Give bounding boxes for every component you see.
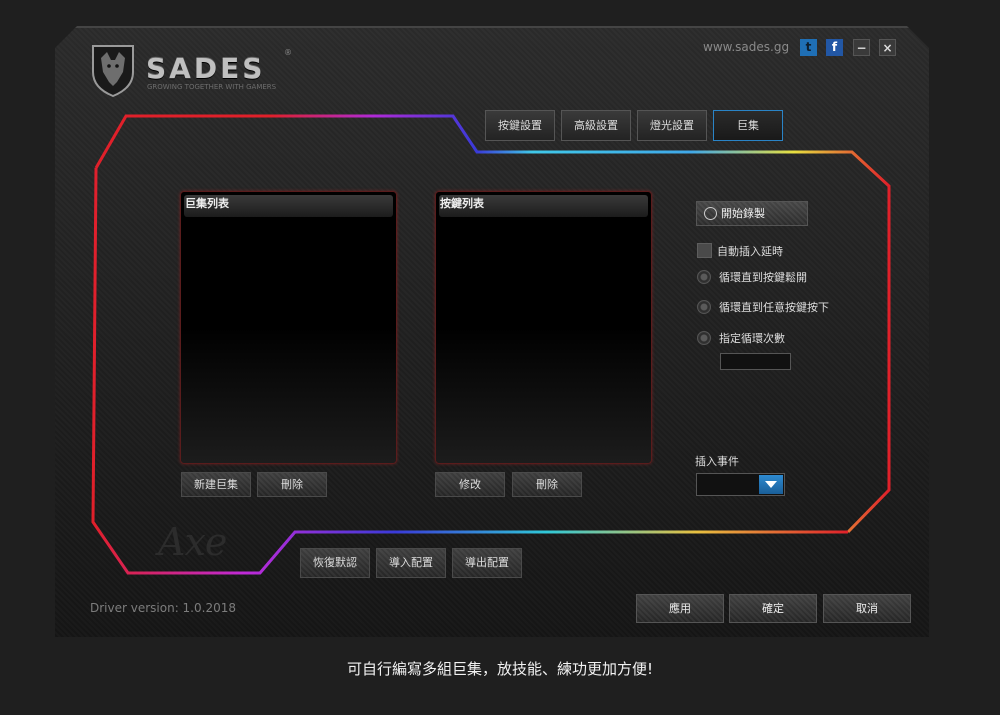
tab-lighting-settings[interactable]: 燈光設置: [637, 110, 707, 141]
brand-name: SADES: [146, 52, 266, 85]
loop-count-input[interactable]: [720, 353, 791, 370]
delete-key-button[interactable]: 刪除: [512, 472, 582, 497]
export-config-button[interactable]: 導出配置: [452, 548, 522, 578]
insert-event-label: 插入事件: [695, 455, 739, 468]
facebook-icon[interactable]: f: [826, 39, 843, 56]
loop-until-any-key-label: 循環直到任意按鍵按下: [719, 301, 829, 314]
new-macro-button[interactable]: 新建巨集: [181, 472, 251, 497]
tab-key-settings[interactable]: 按鍵設置: [485, 110, 555, 141]
start-record-button[interactable]: 開始錄製: [696, 201, 808, 226]
insert-event-select[interactable]: [696, 473, 785, 496]
loop-until-release-label: 循環直到按鍵鬆開: [719, 271, 807, 284]
website-link[interactable]: www.sades.gg: [703, 40, 789, 54]
restore-default-button[interactable]: 恢復默認: [300, 548, 370, 578]
ok-button[interactable]: 確定: [729, 594, 817, 623]
caption-text: 可自行編寫多組巨集，放技能、練功更加方便!: [346, 660, 653, 678]
start-record-label: 開始錄製: [721, 207, 765, 220]
twitter-icon[interactable]: t: [800, 39, 817, 56]
edit-key-button[interactable]: 修改: [435, 472, 505, 497]
auto-delay-label: 自動插入延時: [717, 245, 783, 258]
delete-macro-button[interactable]: 刪除: [257, 472, 327, 497]
tab-advanced-settings[interactable]: 高級設置: [561, 110, 631, 141]
loop-until-release-radio[interactable]: [697, 270, 711, 284]
loop-count-radio[interactable]: [697, 331, 711, 345]
close-button[interactable]: ×: [879, 39, 896, 56]
tagline: GROWING TOGETHER WITH GAMERS: [147, 83, 277, 91]
wolf-shield-icon: [92, 45, 134, 98]
macro-list-panel[interactable]: 巨集列表: [180, 191, 397, 464]
key-list-title: 按鍵列表: [439, 195, 648, 217]
axe-watermark: Axe: [158, 520, 227, 564]
cancel-button[interactable]: 取消: [823, 594, 911, 623]
loop-count-label: 指定循環次數: [719, 332, 785, 345]
driver-version: Driver version: 1.0.2018: [90, 601, 236, 615]
record-circle-icon: [704, 207, 717, 220]
loop-until-any-key-radio[interactable]: [697, 300, 711, 314]
key-list-panel[interactable]: 按鍵列表: [435, 191, 652, 464]
macro-list-title: 巨集列表: [184, 195, 393, 217]
apply-button[interactable]: 應用: [636, 594, 724, 623]
chevron-down-icon[interactable]: [759, 475, 783, 494]
tab-macro[interactable]: 巨集: [713, 110, 783, 141]
auto-delay-checkbox[interactable]: [697, 243, 712, 258]
minimize-button[interactable]: −: [853, 39, 870, 56]
registered-mark: ®: [284, 48, 292, 57]
import-config-button[interactable]: 導入配置: [376, 548, 446, 578]
